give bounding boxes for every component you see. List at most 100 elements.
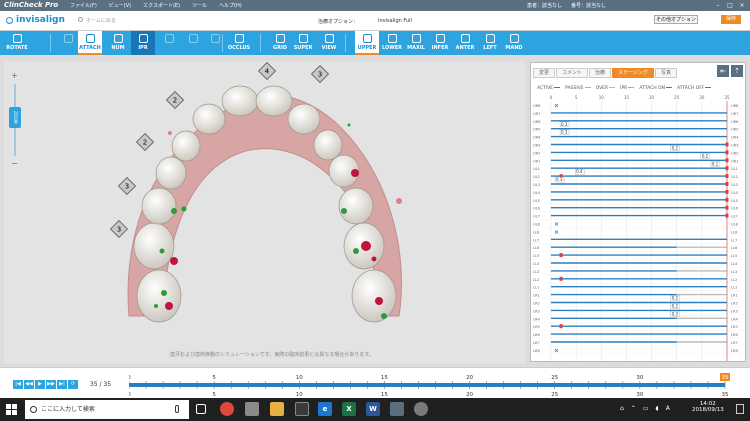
tooth-label-right: LR6 [731, 333, 738, 337]
simulation-disclaimer: 歯牙および歯肉移動のシミュレーションです。実際の臨床結果とは異なる場合があります… [170, 352, 374, 358]
tool-rotate-button[interactable]: ROTATE [2, 31, 32, 55]
ipr-marker-value: 2 [143, 139, 147, 147]
tooth-label-left: LR7 [533, 341, 540, 345]
word-icon[interactable]: W [366, 402, 380, 416]
ipr-marker[interactable]: 2 [135, 132, 155, 152]
windows-start-icon[interactable] [6, 404, 17, 415]
menu-export[interactable]: エクスポート(E) [143, 2, 180, 9]
paint-icon[interactable] [414, 402, 428, 416]
notification-icon[interactable] [736, 404, 744, 414]
save-button[interactable]: 保存 [721, 15, 741, 24]
upper-icon [362, 34, 372, 43]
tooth-label-left: UR1 [533, 159, 540, 163]
last-stage-icon[interactable]: ▶| [57, 380, 67, 389]
zoom-out-button[interactable]: − [10, 160, 19, 169]
chevron-up-icon[interactable]: ⌃ [631, 405, 636, 412]
file-explorer-icon[interactable] [270, 402, 284, 416]
tool-infer-button[interactable]: INFER [428, 31, 452, 55]
tooth-label-left: UR2 [533, 151, 540, 155]
loop-icon[interactable]: ⟳ [68, 380, 78, 389]
tool-mand-button[interactable]: MAND [502, 31, 526, 55]
legend-item: ATTACH ON [639, 86, 672, 91]
edge-icon[interactable]: e [318, 402, 332, 416]
ipr-marker[interactable]: 3 [117, 176, 137, 196]
legend-item: OVER [596, 86, 616, 91]
zoom-slider[interactable]: ZOOM [9, 107, 21, 128]
tool-maxil-button[interactable]: MAXIL [404, 31, 428, 55]
next-stage-icon[interactable]: ▶▶ [46, 380, 56, 389]
panel-tab[interactable]: 写真 [654, 68, 677, 78]
close-icon[interactable]: × [737, 1, 747, 10]
clock[interactable]: 14:02 2018/09/13 [692, 401, 724, 413]
previous-stage-icon[interactable]: ◀◀ [24, 380, 34, 389]
maximize-icon[interactable]: □ [725, 1, 735, 10]
tool-ipr-button[interactable]: IPR [131, 31, 155, 55]
tooth-label-left: UR8 [533, 104, 541, 108]
3d-viewport[interactable]: 3 3 2 2 4 3 [4, 61, 526, 364]
chrome-icon[interactable] [220, 402, 234, 416]
tool-super-button[interactable]: SUPER [291, 31, 315, 55]
attach-on-marker [559, 324, 563, 329]
minimize-icon[interactable]: – [713, 1, 723, 10]
tool-left-button[interactable]: LEFT [478, 31, 502, 55]
tool-num-button[interactable]: NUM [106, 31, 130, 55]
stage-slider[interactable]: 005510101515202025253030353535 [129, 371, 735, 397]
timeline-track[interactable] [129, 383, 725, 387]
tool-grid-button[interactable]: GRID [268, 31, 292, 55]
panel-tab[interactable]: ステージング [612, 68, 654, 78]
panel-tab[interactable]: 治療 [589, 68, 612, 78]
panel-tab[interactable]: コメント [556, 68, 589, 78]
tooth-label-right: LR1 [731, 294, 738, 298]
menu-view[interactable]: ビュー(V) [109, 2, 131, 9]
app-icon[interactable] [245, 402, 259, 416]
clock-date: 2018/09/13 [692, 407, 724, 413]
collapse-panel-icon[interactable]: ⇤ [717, 65, 729, 77]
current-stage-handle[interactable]: 35 [720, 373, 730, 381]
toolbar-separator [260, 34, 261, 52]
tool-attach-button[interactable]: ATTACH [78, 31, 102, 55]
tooth-label-left: LR8 [533, 349, 540, 353]
home-icon[interactable] [78, 17, 83, 22]
ipr-marker[interactable]: 3 [310, 64, 330, 84]
excel-icon[interactable]: X [342, 402, 356, 416]
invisalign-logo-icon [6, 17, 13, 24]
clincheck-icon[interactable] [390, 402, 404, 416]
tool-disabled-tool-7-button [203, 31, 227, 55]
people-icon[interactable]: ⌂ [620, 405, 624, 412]
store-icon[interactable] [295, 402, 309, 416]
tooth-label-right: UL1 [731, 167, 738, 171]
ime-icon[interactable]: A [666, 405, 670, 412]
first-stage-icon[interactable]: |◀ [13, 380, 23, 389]
tool-upper-button[interactable]: UPPER [355, 31, 379, 55]
menu-help[interactable]: ヘルプ(H) [219, 2, 242, 9]
legend-label: ACTIVE [537, 86, 554, 91]
ipr-amount: 0.3 [561, 122, 568, 127]
panel-tab[interactable]: 変更 [533, 68, 556, 78]
lower-icon [387, 34, 397, 43]
missing-tooth-icon: × [554, 221, 559, 228]
stage-tick-label: 35 [724, 95, 730, 100]
zoom-in-button[interactable]: + [10, 72, 19, 81]
tooth-label-left: UL1 [533, 167, 540, 171]
tool-lower-button[interactable]: LOWER [380, 31, 404, 55]
tool-anter-button[interactable]: ANTER [453, 31, 477, 55]
network-icon[interactable]: ▭ [643, 405, 649, 412]
microphone-icon[interactable] [175, 405, 179, 413]
tool-view-button[interactable]: VIEW [317, 31, 341, 55]
volume-icon[interactable]: ◖ [656, 405, 659, 412]
tool-occlus-button[interactable]: OCCLUS [227, 31, 251, 55]
other-options-button[interactable]: その他オプション [654, 15, 698, 24]
tooth-label-right: LL5 [731, 254, 737, 258]
menu-file[interactable]: ファイル(F) [70, 2, 97, 9]
timeline-tick-label: 0 [129, 375, 131, 381]
ipr-marker[interactable]: 2 [165, 90, 185, 110]
zoom-control: + ZOOM − [8, 72, 22, 172]
ipr-marker[interactable]: 4 [257, 61, 277, 81]
taskbar-search[interactable]: ここに入力して検索 [25, 400, 189, 419]
task-view-icon[interactable] [196, 404, 206, 414]
home-link[interactable]: ホームに戻る [86, 17, 116, 24]
menu-tools[interactable]: ツール [192, 2, 207, 9]
play-icon[interactable]: ▶ [35, 380, 45, 389]
ipr-marker[interactable]: 3 [109, 219, 129, 239]
export-icon[interactable]: ⇡ [731, 65, 743, 77]
